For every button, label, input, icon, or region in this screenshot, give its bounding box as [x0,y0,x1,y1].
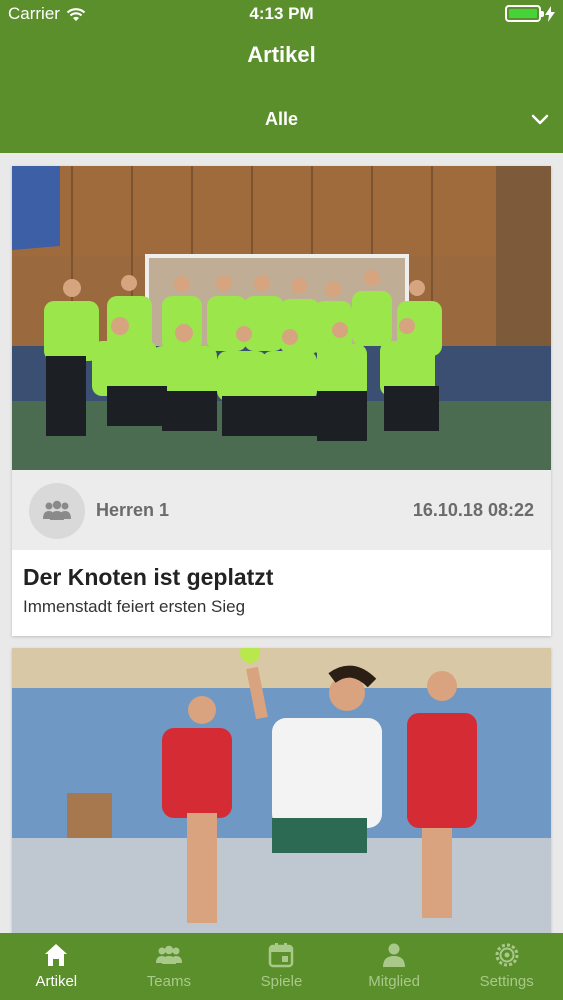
status-bar: Carrier 4:13 PM [0,0,563,30]
group-icon [155,945,182,964]
tab-label: Teams [146,973,191,990]
article-text: Der Knoten ist geplatzt Immenstadt feier… [12,550,551,636]
calendar-icon [269,943,294,968]
page-title: Artikel [247,42,316,67]
article-meta: Herren 1 16.10.18 08:22 [12,470,551,550]
article-date: 16.10.18 08:22 [412,500,534,520]
chevron-down-icon [531,114,549,125]
home-icon [45,944,68,966]
tab-label: Settings [479,973,534,990]
charging-icon [545,5,555,22]
article-title: Der Knoten ist geplatzt [23,564,274,590]
tab-label: Artikel [35,973,78,990]
status-time: 4:13 PM [249,4,314,23]
tab-label: Spiele [260,973,303,990]
filter-label: Alle [264,109,298,129]
team-name: Herren 1 [96,500,170,520]
team-avatar [29,483,85,539]
tab-spiele[interactable]: Spiele [225,933,338,1000]
gear-icon [495,943,519,967]
battery-icon [505,5,544,22]
group-icon [43,500,71,520]
tab-mitglied[interactable]: Mitglied [338,933,451,1000]
article-image [12,166,551,470]
person-icon [383,943,406,967]
tab-bar: Artikel Teams Spiele Mitglied Settings [0,933,563,1000]
article-card[interactable]: Herren 1 16.10.18 08:22 Der Knoten ist g… [12,166,551,636]
tab-artikel[interactable]: Artikel [0,933,113,1000]
tab-label: Mitglied [368,973,420,990]
article-image [12,648,551,938]
article-subtitle: Immenstadt feiert ersten Sieg [23,597,246,616]
filter-dropdown[interactable]: Alle [0,98,563,142]
article-card[interactable] [12,648,551,938]
app-header: Carrier 4:13 PM Artikel Alle [0,0,563,153]
tab-teams[interactable]: Teams [113,933,226,1000]
tab-settings[interactable]: Settings [450,933,563,1000]
